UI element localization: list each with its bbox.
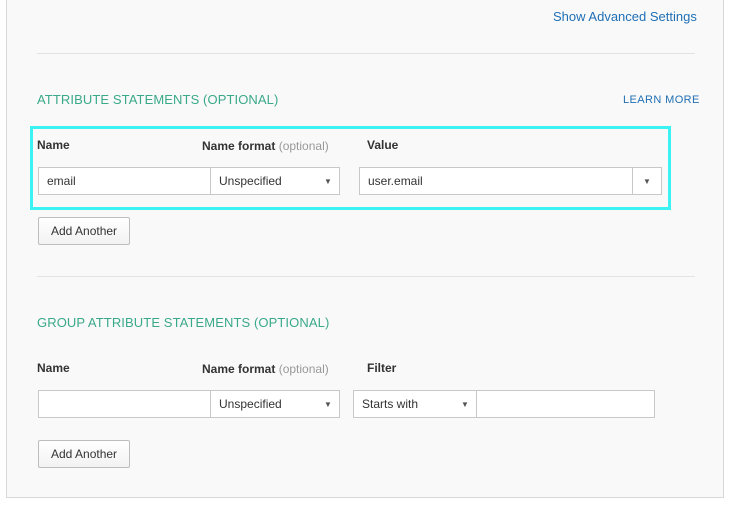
group-filter-value-input[interactable] bbox=[476, 390, 655, 418]
attr-name-format-optional: (optional) bbox=[278, 139, 329, 153]
caret-down-icon: ▼ bbox=[461, 399, 469, 409]
attr-col-name-label: Name bbox=[37, 138, 70, 152]
attr-name-input[interactable] bbox=[38, 167, 211, 195]
group-filter-type-value: Starts with bbox=[362, 397, 419, 411]
group-filter-type-select[interactable]: Starts with ▼ bbox=[353, 390, 477, 418]
attr-add-another-button[interactable]: Add Another bbox=[38, 217, 131, 245]
group-name-format-optional: (optional) bbox=[278, 362, 329, 376]
attr-name-format-text: Name format bbox=[202, 139, 276, 153]
group-col-name-label: Name bbox=[37, 361, 70, 375]
show-advanced-settings-link[interactable]: Show Advanced Settings bbox=[553, 9, 697, 24]
attr-col-value-label: Value bbox=[367, 138, 399, 152]
caret-down-icon: ▼ bbox=[324, 399, 332, 409]
caret-down-icon[interactable]: ▼ bbox=[632, 168, 661, 194]
caret-down-icon: ▼ bbox=[324, 176, 332, 186]
group-name-format-value: Unspecified bbox=[219, 397, 282, 411]
settings-panel: Show Advanced Settings ATTRIBUTE STATEME… bbox=[6, 0, 724, 498]
attribute-statements-title: ATTRIBUTE STATEMENTS (OPTIONAL) bbox=[37, 92, 279, 107]
attr-value-text: user.email bbox=[368, 174, 423, 188]
group-name-format-select[interactable]: Unspecified ▼ bbox=[210, 390, 340, 418]
divider-middle bbox=[37, 276, 695, 277]
attr-value-combobox[interactable]: user.email ▼ bbox=[359, 167, 662, 195]
attr-name-format-select[interactable]: Unspecified ▼ bbox=[210, 167, 340, 195]
group-col-name-format-label: Name format (optional) bbox=[202, 362, 329, 376]
attr-name-format-value: Unspecified bbox=[219, 174, 282, 188]
group-col-filter-label: Filter bbox=[367, 361, 397, 375]
attr-col-name-format-label: Name format (optional) bbox=[202, 139, 329, 153]
group-attribute-statements-title: GROUP ATTRIBUTE STATEMENTS (OPTIONAL) bbox=[37, 315, 330, 330]
group-add-another-button[interactable]: Add Another bbox=[38, 440, 131, 468]
group-name-input[interactable] bbox=[38, 390, 211, 418]
learn-more-link[interactable]: LEARN MORE bbox=[623, 94, 700, 106]
divider-top bbox=[37, 53, 695, 54]
group-name-format-text: Name format bbox=[202, 362, 276, 376]
